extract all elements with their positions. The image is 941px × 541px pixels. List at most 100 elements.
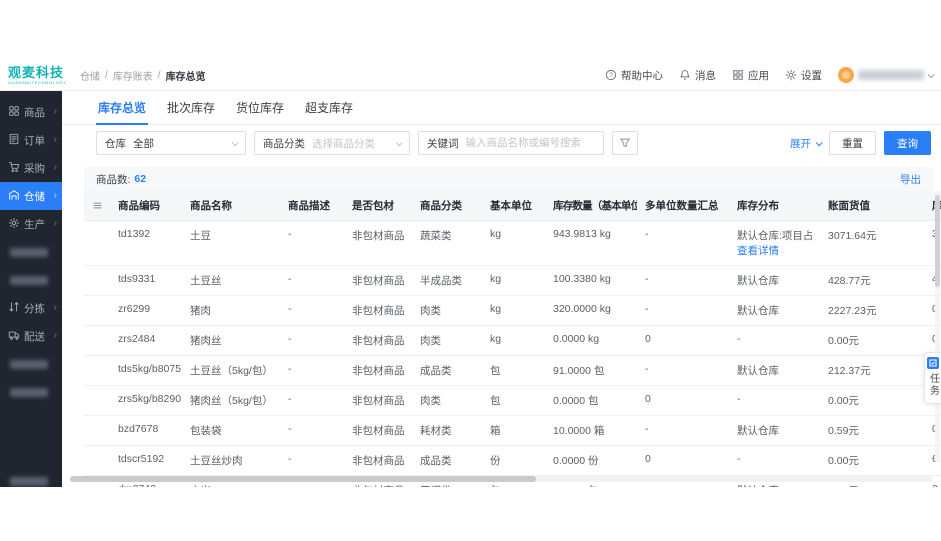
cell-rowconfig	[84, 415, 110, 446]
tasks-label: 任务	[927, 373, 939, 397]
sidebar-item-redacted[interactable]	[0, 350, 62, 378]
column-header: 多单位数量汇总	[637, 191, 729, 221]
help-icon: ?	[605, 69, 617, 81]
expand-label: 展开	[790, 137, 811, 150]
table-row: zr6299 猪肉 - 非包材商品 肉类 kg 320.0000 kg - 默认仓库 2227.2…	[84, 295, 941, 326]
cell-packaging: 非包材商品	[344, 355, 412, 386]
inventory-table-wrap: 商品编码商品名称商品描述是否包材商品分类基本单位库存数量（基本单位）多单位数量汇…	[84, 191, 941, 487]
keyword-input[interactable]	[465, 137, 595, 149]
cell-desc: -	[280, 325, 344, 356]
orders-icon	[8, 133, 20, 148]
tab-1[interactable]: 库存总览	[96, 91, 149, 125]
tabs-row: 库存总览 批次库存 货位库存 超支库存	[62, 91, 941, 125]
warehouse-select[interactable]: 仓库 全部	[96, 131, 246, 155]
breadcrumb-item[interactable]: 仓储	[80, 68, 100, 83]
sidebar-item-goods[interactable]: 商品 ›	[0, 98, 62, 126]
search-button[interactable]: 查询	[884, 131, 931, 155]
chevron-right-icon: ›	[53, 106, 57, 117]
goods-icon	[8, 105, 20, 120]
funnel-icon	[620, 138, 630, 148]
tab-4[interactable]: 超支库存	[303, 91, 355, 124]
cell-code: tds5kg/b8075	[110, 355, 182, 386]
app-window: 观麦科技 GUANMAITECHNOLOGY 仓储 / 库存账表 / 库存总览 ? 帮助…	[0, 60, 941, 488]
chevron-right-icon: ›	[53, 330, 57, 341]
cell-distribution: -	[729, 325, 820, 356]
horizontal-scrollbar-thumb[interactable]	[70, 476, 537, 482]
user-account[interactable]	[838, 67, 935, 83]
reset-button[interactable]: 重置	[829, 131, 876, 155]
production-icon	[8, 217, 20, 232]
settings-button[interactable]: 设置	[785, 68, 822, 83]
sidebar-item-label: 配送	[24, 330, 45, 343]
category-select[interactable]: 商品分类 选择商品分类	[254, 131, 410, 155]
cell-rowconfig	[84, 385, 110, 416]
apps-grid-icon	[733, 70, 743, 80]
view-detail-link[interactable]: 查看详情	[737, 243, 779, 258]
breadcrumb-item: 库存总览	[165, 71, 206, 83]
sidebar-item-production[interactable]: 生产 ›	[0, 210, 62, 238]
sidebar-item-redacted[interactable]	[0, 467, 62, 487]
user-name-redacted	[858, 70, 924, 80]
sidebar-item-redacted[interactable]	[0, 238, 62, 266]
cell-desc: -	[280, 415, 344, 446]
sidebar-item-warehouse[interactable]: 仓储 ›	[0, 182, 62, 210]
cell-desc: -	[280, 220, 344, 266]
cell-category: 肉类	[412, 325, 482, 356]
cell-value: 212.37元	[820, 355, 924, 386]
cell-distribution: 默认仓库	[729, 265, 820, 296]
summary-bar: 商品数: 62 导出	[84, 167, 933, 191]
column-header: 库存数量（基本单位）	[545, 191, 637, 221]
cell-category: 成品类	[412, 445, 482, 476]
cell-name: 土豆丝	[182, 265, 280, 296]
breadcrumb-separator: /	[157, 69, 161, 81]
redacted-label	[10, 275, 48, 285]
vertical-scrollbar-thumb[interactable]	[935, 195, 940, 287]
sidebar-item-delivery[interactable]: 配送 ›	[0, 322, 62, 350]
sidebar-item-redacted[interactable]	[0, 266, 62, 294]
cell-value: 0.00元	[820, 385, 924, 416]
apps-label: 应用	[748, 69, 769, 82]
help-center-button[interactable]: ? 帮助中心	[605, 68, 663, 83]
cell-rowconfig	[84, 220, 110, 266]
breadcrumb-separator: /	[105, 69, 108, 81]
filter-funnel-button[interactable]	[612, 131, 638, 155]
avatar	[838, 67, 854, 83]
cell-distribution: 默认仓库	[729, 415, 820, 446]
vertical-scrollbar[interactable]	[935, 191, 940, 463]
sidebar-item-redacted[interactable]	[0, 378, 62, 406]
sidebar-item-orders[interactable]: 订单 ›	[0, 126, 62, 154]
cell-stock: 91.0000 包	[545, 355, 637, 386]
tab-2[interactable]: 批次库存	[165, 91, 217, 124]
cell-multi-unit: 0	[637, 445, 729, 476]
chevron-down-icon	[395, 138, 403, 146]
cell-code: tds9331	[110, 265, 182, 296]
table-header-row: 商品编码商品名称商品描述是否包材商品分类基本单位库存数量（基本单位）多单位数量汇…	[84, 191, 941, 221]
table-row: tds9331 土豆丝 - 非包材商品 半成品类 kg 100.3380 kg - 默认仓库 42…	[84, 265, 941, 296]
cell-name: 包装袋	[182, 415, 280, 446]
tab-3[interactable]: 货位库存	[234, 91, 286, 124]
cell-code: zrs2484	[110, 325, 182, 356]
expand-link[interactable]: 展开	[790, 136, 823, 151]
chevron-right-icon: ›	[53, 134, 57, 145]
table-row: zrs2484猪肉丝-非包材商品肉类kg0.0000 kg0-0.00元0	[84, 325, 941, 356]
cell-value: 2227.23元	[820, 295, 924, 326]
breadcrumb-item[interactable]: 库存账表	[113, 68, 153, 83]
messages-button[interactable]: 消息	[679, 68, 716, 83]
cell-packaging: 非包材商品	[344, 295, 412, 326]
sidebar-item-sorting[interactable]: 分拣 ›	[0, 294, 62, 322]
apps-button[interactable]: 应用	[732, 68, 769, 83]
cell-rowconfig	[84, 445, 110, 476]
sidebar: 商品 › 订单 › 采购 › 仓储 › 生产 › 分拣 › 配送 ›	[0, 91, 62, 487]
export-link[interactable]: 导出	[900, 172, 921, 187]
tasks-float-tab[interactable]: 任务	[924, 352, 941, 404]
column-settings-button[interactable]	[84, 191, 110, 221]
horizontal-scrollbar[interactable]	[70, 476, 933, 482]
warehouse-icon	[8, 189, 20, 204]
chevron-down-icon	[927, 70, 935, 78]
sidebar-item-purchase[interactable]: 采购 ›	[0, 154, 62, 182]
distribution-text: -	[737, 333, 741, 345]
cell-stock: 100.3380 kg	[545, 265, 637, 296]
cell-packaging: 非包材商品	[344, 325, 412, 356]
redacted-label	[10, 476, 48, 486]
cell-unit: kg	[482, 220, 545, 266]
